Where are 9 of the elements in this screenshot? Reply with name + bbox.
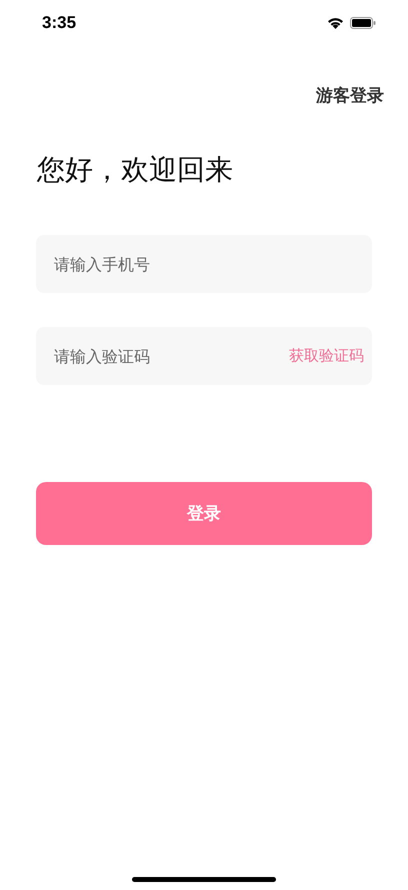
wifi-icon [327, 17, 344, 29]
login-button[interactable]: 登录 [36, 482, 372, 545]
get-code-link[interactable]: 获取验证码 [289, 346, 364, 366]
status-time: 3:35 [42, 13, 76, 33]
welcome-heading: 您好，欢迎回来 [37, 152, 234, 188]
battery-icon [350, 17, 376, 29]
guest-login-link[interactable]: 游客登录 [316, 84, 384, 107]
home-indicator[interactable] [132, 877, 276, 882]
phone-input-field[interactable]: 请输入手机号 [36, 235, 372, 293]
